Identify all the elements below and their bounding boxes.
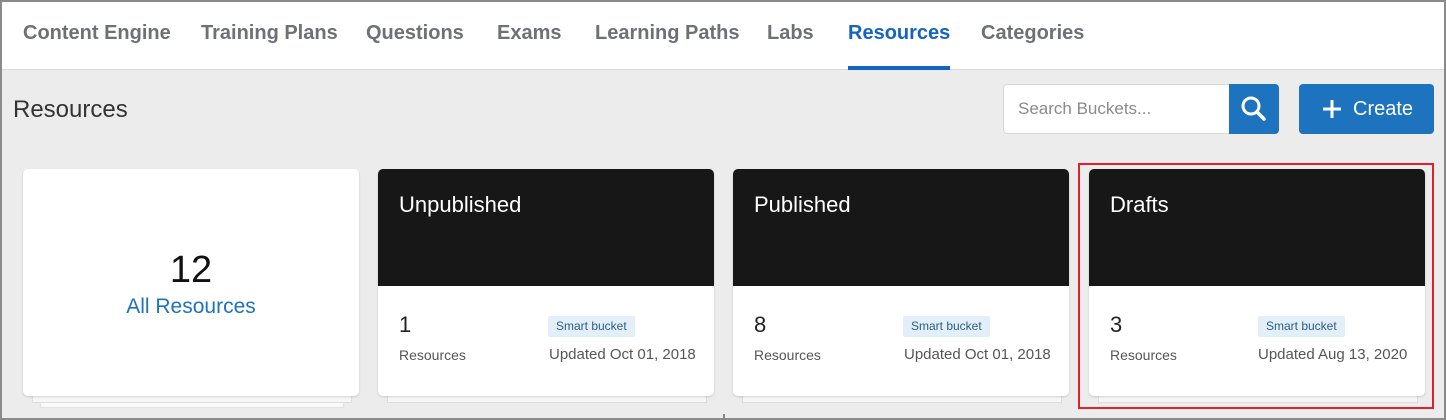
bucket-count-label: Resources	[754, 347, 821, 363]
smart-bucket-badge: Smart bucket	[903, 316, 990, 337]
page-title: Resources	[13, 96, 128, 123]
tab-training-plans[interactable]: Training Plans	[201, 2, 338, 70]
card-header: Published	[733, 169, 1069, 286]
bucket-title: Published	[754, 192, 851, 217]
all-resources-link[interactable]: All Resources	[23, 295, 359, 319]
bucket-card-published[interactable]: Published 8 Resources Smart bucket Updat…	[733, 169, 1069, 396]
bucket-updated: Updated Oct 01, 2018	[549, 346, 696, 363]
tab-exams[interactable]: Exams	[497, 2, 562, 70]
tab-learning-paths[interactable]: Learning Paths	[595, 2, 739, 70]
tab-questions[interactable]: Questions	[366, 2, 464, 70]
search-input[interactable]	[1003, 84, 1231, 134]
bucket-title: Unpublished	[399, 192, 522, 217]
bucket-count-label: Resources	[399, 347, 466, 363]
bucket-updated: Updated Oct 01, 2018	[904, 346, 1051, 363]
plus-icon	[1323, 100, 1341, 118]
card-stack-edge	[32, 395, 352, 403]
card-stack-edge	[387, 395, 707, 403]
tab-content-engine[interactable]: Content Engine	[23, 2, 171, 70]
all-resources-count: 12	[169, 249, 213, 291]
highlight-box	[1078, 163, 1434, 409]
bucket-count: 8	[754, 312, 767, 337]
all-resources-card[interactable]: 12 All Resources	[23, 169, 359, 396]
bucket-card-unpublished[interactable]: Unpublished 1 Resources Smart bucket Upd…	[378, 169, 714, 396]
create-button-label: Create	[1353, 98, 1414, 120]
smart-bucket-badge: Smart bucket	[548, 316, 635, 337]
search-icon	[1241, 96, 1266, 121]
top-navigation: Content Engine Training Plans Questions …	[2, 2, 1444, 70]
bottom-tick	[723, 414, 725, 420]
create-button[interactable]: Create	[1299, 84, 1434, 134]
tab-resources[interactable]: Resources	[848, 2, 951, 70]
tab-categories[interactable]: Categories	[981, 2, 1084, 70]
tab-labs[interactable]: Labs	[767, 2, 814, 70]
search-button[interactable]	[1229, 84, 1279, 134]
card-header: Unpublished	[378, 169, 714, 286]
card-stack-edge	[742, 395, 1062, 403]
bucket-count: 1	[399, 312, 412, 337]
